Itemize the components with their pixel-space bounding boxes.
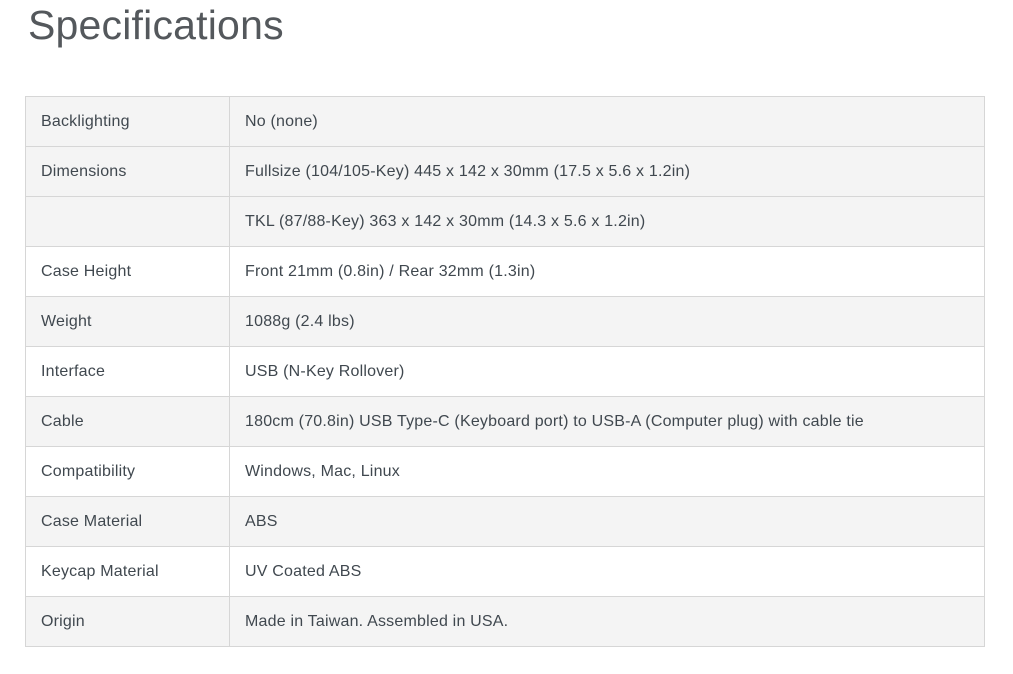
spec-label-cell: Backlighting [26, 97, 230, 147]
spec-value-cell: TKL (87/88-Key) 363 x 142 x 30mm (14.3 x… [230, 197, 985, 247]
spec-table-body: Backlighting No (none) Dimensions Fullsi… [26, 97, 985, 647]
spec-value-cell: 180cm (70.8in) USB Type-C (Keyboard port… [230, 397, 985, 447]
spec-value-cell: No (none) [230, 97, 985, 147]
spec-label-cell: Weight [26, 297, 230, 347]
spec-row: Case Material ABS [26, 497, 985, 547]
spec-row: Origin Made in Taiwan. Assembled in USA. [26, 597, 985, 647]
spec-row: Cable 180cm (70.8in) USB Type-C (Keyboar… [26, 397, 985, 447]
spec-row: Weight 1088g (2.4 lbs) [26, 297, 985, 347]
spec-row: Backlighting No (none) [26, 97, 985, 147]
spec-value-cell: Windows, Mac, Linux [230, 447, 985, 497]
spec-value-cell: Fullsize (104/105-Key) 445 x 142 x 30mm … [230, 147, 985, 197]
spec-label-cell: Origin [26, 597, 230, 647]
spec-label-cell: Compatibility [26, 447, 230, 497]
spec-value-cell: USB (N-Key Rollover) [230, 347, 985, 397]
spec-value-cell: UV Coated ABS [230, 547, 985, 597]
spec-row: Interface USB (N-Key Rollover) [26, 347, 985, 397]
spec-row: Dimensions Fullsize (104/105-Key) 445 x … [26, 147, 985, 197]
spec-value-cell: Made in Taiwan. Assembled in USA. [230, 597, 985, 647]
spec-label-cell: Interface [26, 347, 230, 397]
spec-row: Keycap Material UV Coated ABS [26, 547, 985, 597]
spec-row: Compatibility Windows, Mac, Linux [26, 447, 985, 497]
page-title: Specifications [28, 2, 284, 49]
spec-label-cell: Dimensions [26, 147, 230, 197]
spec-label-cell: Case Material [26, 497, 230, 547]
spec-value-cell: Front 21mm (0.8in) / Rear 32mm (1.3in) [230, 247, 985, 297]
spec-label-cell: Keycap Material [26, 547, 230, 597]
spec-label-cell: Cable [26, 397, 230, 447]
spec-row: Case Height Front 21mm (0.8in) / Rear 32… [26, 247, 985, 297]
spec-value-cell: 1088g (2.4 lbs) [230, 297, 985, 347]
spec-value-cell: ABS [230, 497, 985, 547]
spec-label-cell [26, 197, 230, 247]
spec-row: TKL (87/88-Key) 363 x 142 x 30mm (14.3 x… [26, 197, 985, 247]
specifications-table: Backlighting No (none) Dimensions Fullsi… [25, 96, 985, 647]
spec-label-cell: Case Height [26, 247, 230, 297]
specifications-page: Specifications Backlighting No (none) Di… [0, 0, 1013, 674]
